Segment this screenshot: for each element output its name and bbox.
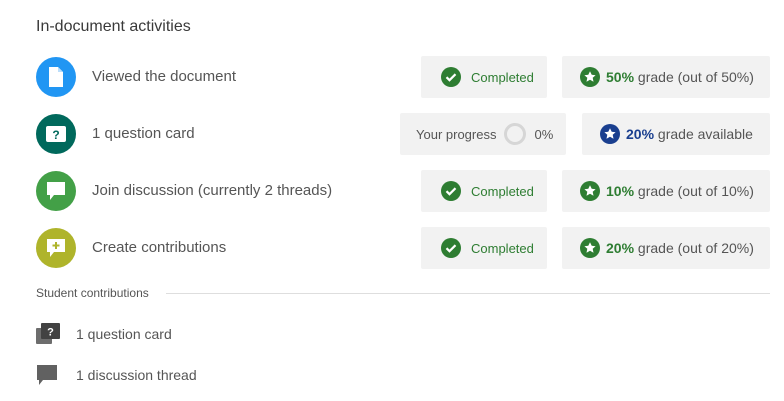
status-text: Completed [471,240,534,256]
star-badge-icon [580,181,600,201]
activity-row-join-discussion: Join discussion (currently 2 threads) Co… [0,169,784,213]
status-chip: Completed [421,170,547,212]
contribution-label: 1 discussion thread [76,367,197,383]
activity-row-create-contributions: Create contributions Completed 20% grade… [0,226,784,270]
grade-percent: 10% [606,183,635,199]
add-contribution-icon [36,228,76,268]
contribution-label: 1 question card [76,326,172,342]
status-text: Completed [471,183,534,199]
check-circle-icon [441,238,461,258]
grade-percent: 50% [606,69,635,85]
grade-text: grade (out of 50%) [637,69,754,85]
progress-label: Your progress [416,126,497,142]
contributions-title: Student contributions [36,286,149,300]
contribution-item-discussion-thread[interactable]: 1 discussion thread [36,363,336,387]
question-card-icon: ? [36,114,76,154]
check-circle-icon [441,67,461,87]
grade-chip: 10% grade (out of 10%) [562,170,770,212]
activity-row-viewed-document: Viewed the document Completed 50% grade … [0,55,784,99]
status-text: Completed [471,69,534,85]
grade-chip: 20% grade available [582,113,770,155]
contribution-item-question-card[interactable]: ? 1 question card [36,322,336,346]
discussion-icon [36,171,76,211]
activity-label: Join discussion (currently 2 threads) [92,182,333,199]
divider-line [166,293,770,294]
grade-chip: 20% grade (out of 20%) [562,227,770,269]
check-circle-icon [441,181,461,201]
star-badge-icon [580,67,600,87]
document-icon [36,57,76,97]
star-badge-icon [580,238,600,258]
activity-label: Viewed the document [92,68,236,85]
activity-label: 1 question card [92,125,195,142]
grade-text: grade available [657,126,753,142]
activity-row-question-card: ? 1 question card Your progress 0% 20% g… [0,112,784,156]
svg-text:?: ? [47,327,54,339]
grade-text: grade (out of 10%) [637,183,754,199]
activity-label: Create contributions [92,239,227,256]
status-chip: Completed [421,227,547,269]
status-chip: Completed [421,56,547,98]
grade-chip: 50% grade (out of 50%) [562,56,770,98]
section-title: In-document activities [36,18,191,35]
grade-percent: 20% [626,126,655,142]
progress-ring [504,123,527,145]
grade-text: grade (out of 20%) [637,240,754,256]
question-cards-icon: ? [36,323,60,350]
grade-percent: 20% [606,240,635,256]
student-contributions-divider: Student contributions [36,286,770,300]
svg-text:?: ? [52,128,59,142]
star-badge-icon [600,124,620,144]
progress-chip: Your progress 0% [400,113,566,155]
progress-percent: 0% [534,126,554,142]
chat-bubble-icon [36,364,58,391]
